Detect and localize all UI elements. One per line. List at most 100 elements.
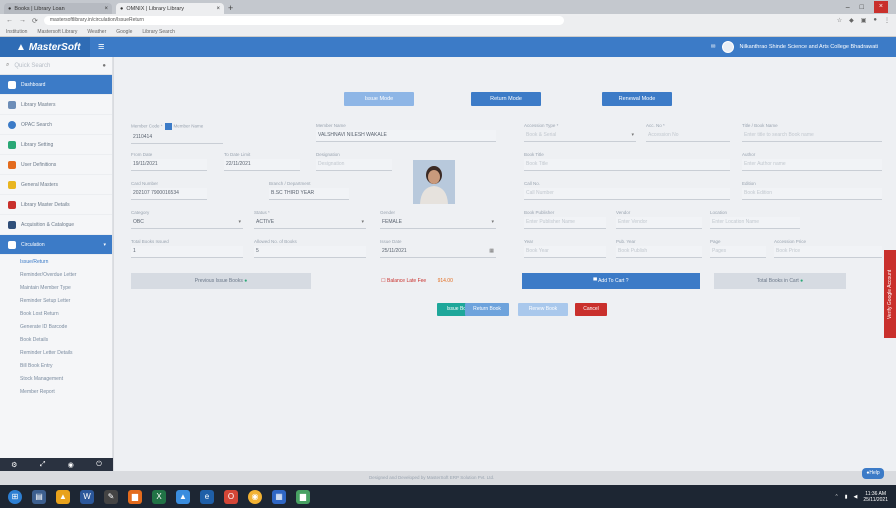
volume-icon[interactable]: ◀	[853, 494, 857, 500]
total-books-cart-button[interactable]: Total Books in Cart ●	[714, 273, 846, 289]
field-label: Card Number	[131, 181, 159, 186]
profile-icon[interactable]: ●	[873, 17, 877, 24]
calendar-icon[interactable]: ▦	[489, 246, 496, 257]
chrome-icon[interactable]: ◉	[248, 489, 262, 504]
minimize-icon[interactable]: –	[846, 4, 850, 11]
sidebar-item-user-definitions[interactable]: User Definitions	[0, 155, 112, 175]
allowed-books-value: 5	[254, 246, 366, 258]
sidebar-subitem[interactable]: Book Lost Return	[0, 307, 112, 320]
sidebar-item-library-masters[interactable]: Library Masters	[0, 95, 112, 115]
bookmark-item[interactable]: Institution	[6, 29, 27, 35]
issue-date-input[interactable]: 25/11/2021 ▦	[380, 246, 496, 258]
mic-icon[interactable]: ●	[102, 63, 106, 69]
browser-tab[interactable]: ● Books | Library Loan ×	[4, 3, 112, 14]
avatar[interactable]	[721, 41, 734, 53]
sidebar-item-library-setting[interactable]: Library Setting	[0, 135, 112, 155]
start-icon[interactable]: ⊞	[8, 489, 22, 504]
app-icon[interactable]: ▆	[296, 489, 310, 504]
power-icon[interactable]: ⏻	[96, 461, 102, 469]
close-tab-icon[interactable]: ×	[216, 6, 220, 12]
sidebar-item-opac-search[interactable]: OPAC Search	[0, 115, 112, 135]
return-mode-button[interactable]: Return Mode	[471, 92, 541, 106]
settings-icon[interactable]: ⚙	[11, 461, 17, 469]
status-select[interactable]: ACTIVE ▾	[254, 217, 366, 229]
url-field[interactable]: mastersoftlibrary.in/circulation/IssueRe…	[43, 16, 564, 25]
sidebar-subitem[interactable]: Member Report	[0, 385, 112, 398]
gender-select[interactable]: FEMALE ▾	[380, 217, 496, 229]
clock[interactable]: 11:36 AM 25/11/2021	[863, 491, 888, 503]
help-button[interactable]: ●Help	[862, 468, 884, 479]
member-code-input[interactable]: 2110414	[131, 132, 223, 144]
issue-mode-button[interactable]: Issue Mode	[344, 92, 414, 106]
add-to-cart-button[interactable]: ▀ Add To Cart ?	[522, 273, 700, 289]
cancel-button[interactable]: Cancel	[575, 303, 607, 316]
bookmark-item[interactable]: Google	[116, 29, 132, 35]
bookmark-item[interactable]: Weather	[87, 29, 106, 35]
renew-book-button[interactable]: Renew Book	[518, 303, 568, 316]
return-book-button[interactable]: Return Book	[465, 303, 509, 316]
category-select[interactable]: OBC ▾	[131, 217, 243, 229]
extensions: ☆ ◆ ▣ ● ⋮	[837, 17, 890, 24]
reload-icon[interactable]: ⟳	[32, 17, 38, 25]
back-icon[interactable]: ←	[6, 17, 13, 24]
verify-account-tab[interactable]: Verify Google Account	[884, 250, 896, 338]
chevron-up-icon[interactable]: ⌃	[835, 494, 839, 500]
page-field: Page Pages	[710, 239, 766, 258]
fullscreen-icon[interactable]: ⤢	[40, 461, 46, 469]
menu-toggle-icon[interactable]: ≡	[98, 41, 104, 53]
app-logo[interactable]: ▲ MasterSoft	[0, 37, 90, 57]
sidebar-subitem[interactable]: Book Details	[0, 333, 112, 346]
sidebar-item-library-master-details[interactable]: Library Master Details	[0, 195, 112, 215]
bookmark-item[interactable]: Mastersoft Library	[37, 29, 77, 35]
field-label: Designation	[316, 152, 340, 157]
extension-icon[interactable]: ◆	[849, 17, 854, 24]
new-tab-button[interactable]: +	[228, 3, 240, 14]
tools-icon[interactable]: ✎	[104, 489, 118, 504]
sidebar-subitem[interactable]: Bill Book Entry	[0, 359, 112, 372]
maximize-icon[interactable]: □	[860, 4, 864, 11]
network-icon[interactable]: ▮	[845, 494, 848, 500]
edge-icon[interactable]: e	[200, 489, 214, 504]
word-icon[interactable]: W	[80, 489, 94, 504]
kebab-menu-icon[interactable]: ⋮	[884, 17, 890, 24]
folder-icon[interactable]: ▆	[128, 489, 142, 504]
sidebar-subitem[interactable]: Reminder Setup Letter	[0, 294, 112, 307]
sidebar-search[interactable]: ⌕ Quick Search ●	[0, 57, 112, 75]
sidebar-subitem[interactable]: Maintain Member Type	[0, 281, 112, 294]
previous-issue-books-button[interactable]: Previous Issue Books ●	[131, 273, 311, 289]
field-label: Title / Book Name	[742, 123, 778, 128]
sidebar-subitem[interactable]: Stock Management	[0, 372, 112, 385]
institution-name[interactable]: Nilkanthrao Shinde Science and Arts Coll…	[740, 44, 879, 50]
checkbox-icon[interactable]: ☐	[381, 278, 385, 284]
vlc-icon[interactable]: ▲	[56, 489, 70, 504]
sidebar-subitem[interactable]: Generate ID Barcode	[0, 320, 112, 333]
member-name-checkbox[interactable]	[164, 123, 172, 130]
sidebar-subitem[interactable]: Reminder Letter Details	[0, 346, 112, 359]
taskview-icon[interactable]: ▤	[32, 489, 46, 504]
bookmark-item[interactable]: Library Search	[142, 29, 175, 35]
sidebar-item-dashboard[interactable]: Dashboard	[0, 75, 112, 95]
close-tab-icon[interactable]: ×	[104, 6, 108, 12]
sidebar-subitem[interactable]: Issue/Return	[0, 255, 112, 268]
accession-no-input[interactable]: Accession No	[646, 130, 730, 142]
sidebar-subitem[interactable]: Reminder/Overdue Letter	[0, 268, 112, 281]
opera-icon[interactable]: O	[224, 489, 238, 504]
field-label: Edition	[742, 181, 756, 186]
eye-icon[interactable]: ◉	[68, 461, 74, 469]
excel-icon[interactable]: X	[152, 489, 166, 504]
renewal-mode-button[interactable]: Renewal Mode	[602, 92, 672, 106]
sidebar-item-general-masters[interactable]: General Masters	[0, 175, 112, 195]
title-input[interactable]: Enter title to search Book name	[742, 130, 882, 142]
sidebar-item-circulation[interactable]: Circulation ▾	[0, 235, 112, 255]
system-tray: ⌃ ▮ ◀ 11:36 AM 25/11/2021	[835, 491, 896, 503]
close-window-icon[interactable]: ×	[873, 1, 888, 13]
notification-icon[interactable]: ✉	[711, 44, 716, 50]
accession-type-select[interactable]: Book & Serial ▾	[524, 130, 636, 142]
forward-icon[interactable]: →	[19, 17, 26, 24]
photos-icon[interactable]: ▲	[176, 489, 190, 504]
star-icon[interactable]: ☆	[837, 17, 842, 24]
sidebar-item-acquisition[interactable]: Acquisition & Catalogue	[0, 215, 112, 235]
browser-tab-active[interactable]: ● OMNIX | Library Library ×	[116, 3, 224, 14]
explorer-icon[interactable]: ▦	[272, 489, 286, 504]
puzzle-icon[interactable]: ▣	[861, 17, 867, 24]
